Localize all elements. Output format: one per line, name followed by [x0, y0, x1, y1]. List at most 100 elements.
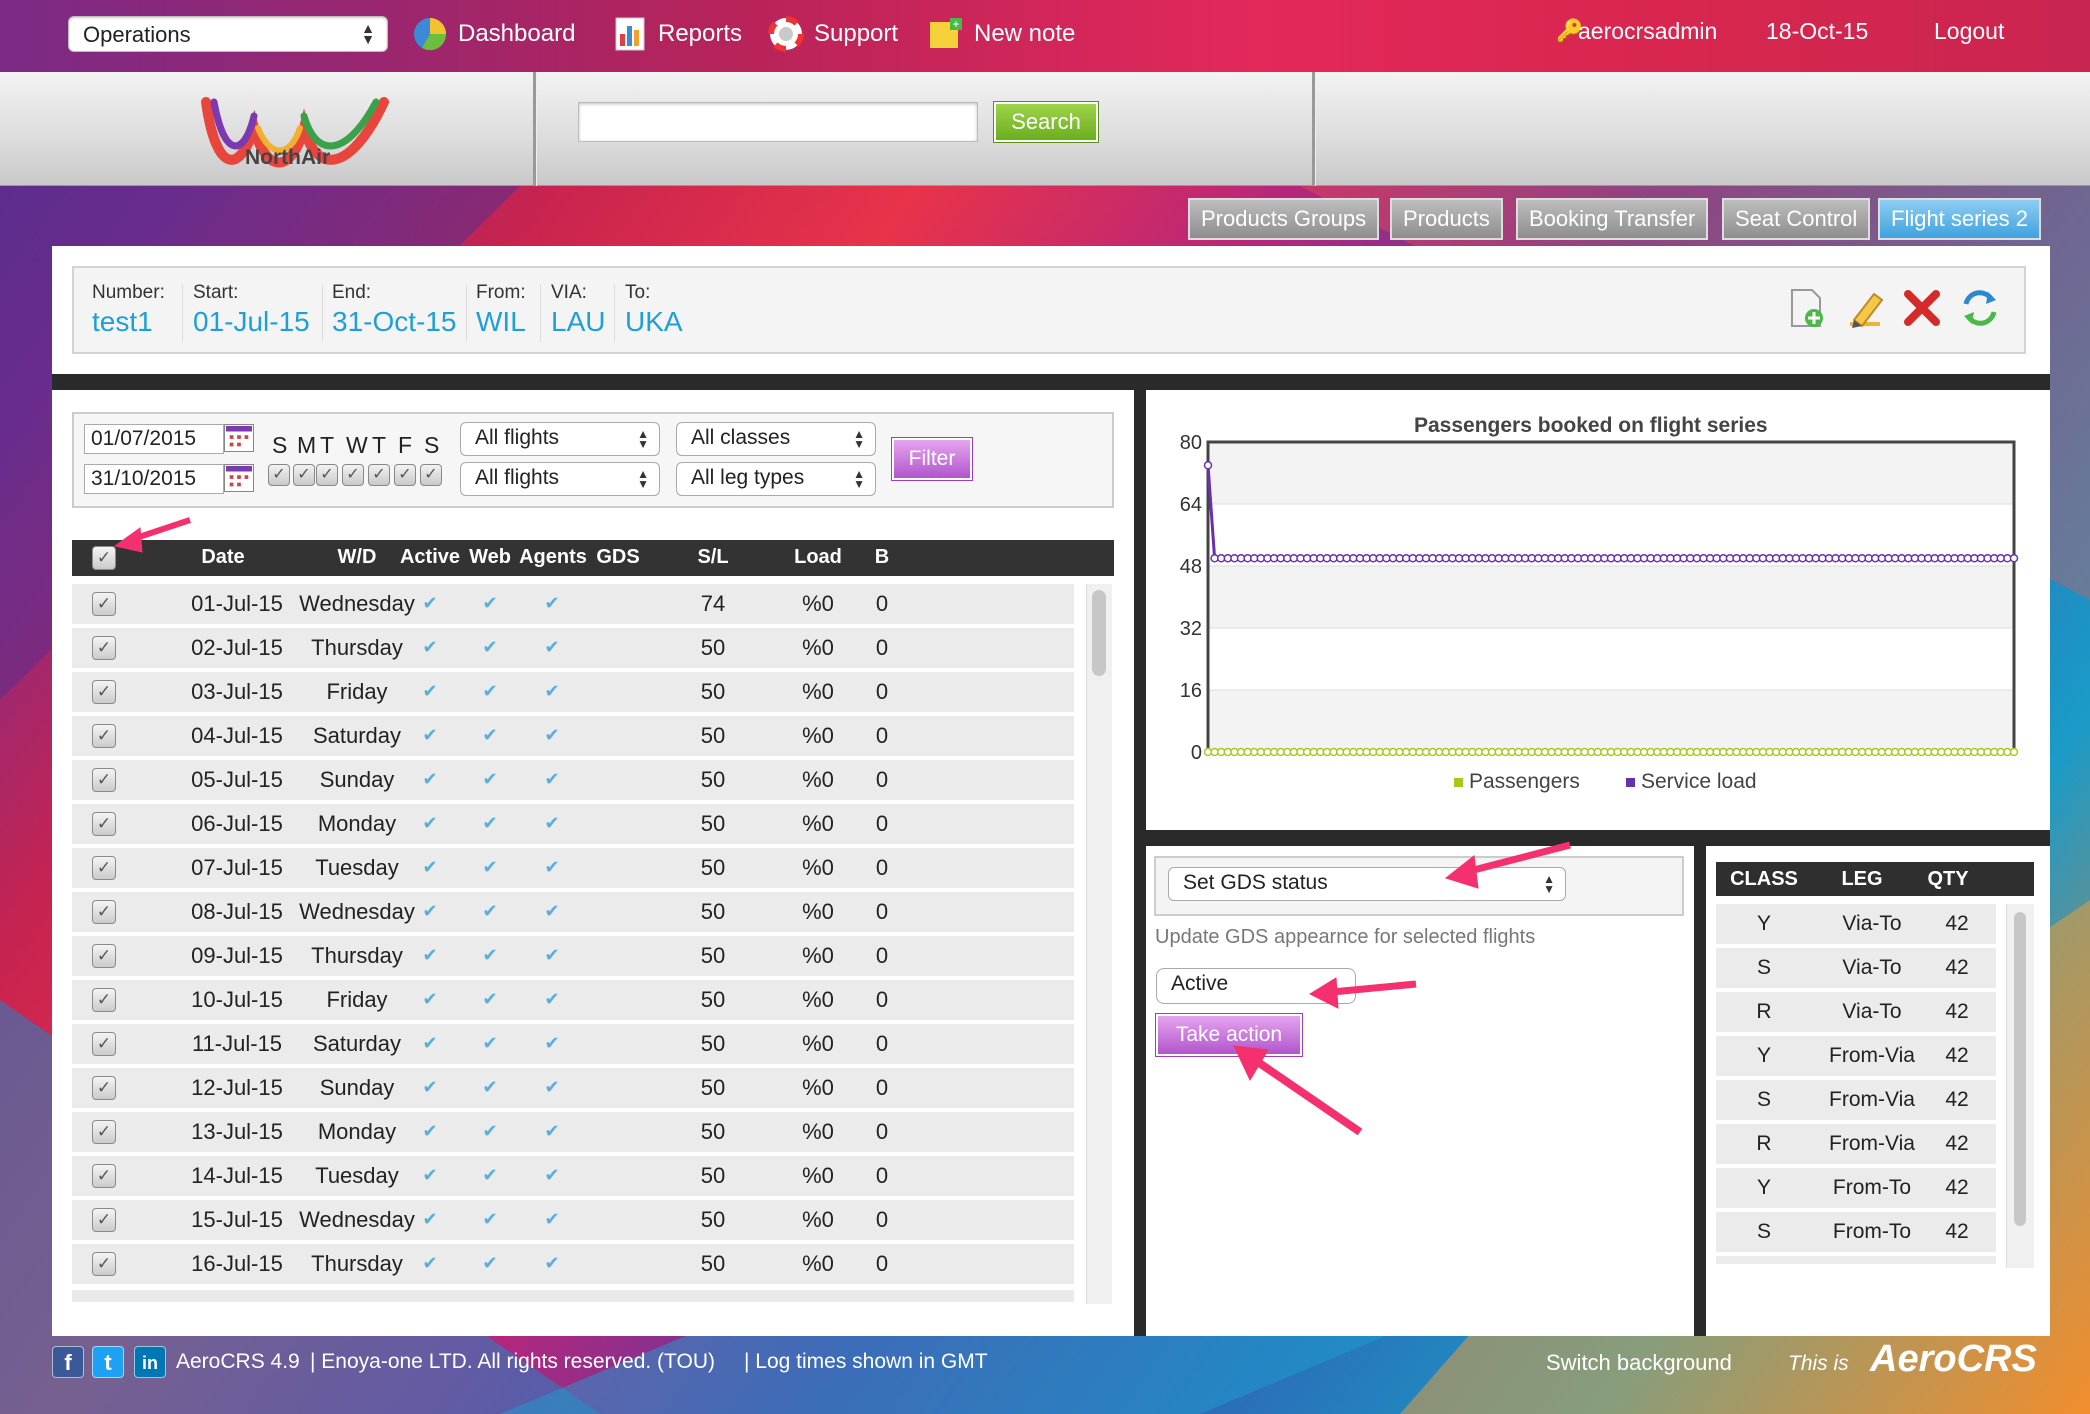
tab-seat-control[interactable]: Seat Control [1722, 198, 1871, 240]
add-document-icon[interactable] [1784, 286, 1828, 330]
active-check-icon[interactable]: ✔ [410, 725, 450, 746]
active-check-icon[interactable]: ✔ [410, 1209, 450, 1230]
row-checkbox[interactable]: ✓ [92, 900, 116, 924]
tab-products-groups[interactable]: Products Groups [1188, 198, 1380, 240]
row-checkbox[interactable]: ✓ [92, 724, 116, 748]
search-input[interactable] [578, 102, 978, 142]
row-checkbox[interactable]: ✓ [92, 988, 116, 1012]
twitter-icon[interactable]: t [92, 1346, 124, 1378]
edit-pencil-icon[interactable] [1844, 286, 1888, 330]
agents-check-icon[interactable]: ✔ [532, 769, 572, 790]
active-check-icon[interactable]: ✔ [410, 945, 450, 966]
action-select[interactable]: Set GDS status ▲ ▼ [1168, 867, 1566, 901]
active-check-icon[interactable]: ✔ [410, 637, 450, 658]
linkedin-icon[interactable]: in [134, 1346, 166, 1378]
table-row[interactable]: ✓ 05-Jul-15 Sunday ✔ ✔ ✔ 50 %0 0 [72, 760, 1074, 800]
table-row[interactable]: ✓ 13-Jul-15 Monday ✔ ✔ ✔ 50 %0 0 [72, 1112, 1074, 1152]
active-check-icon[interactable]: ✔ [410, 593, 450, 614]
web-check-icon[interactable]: ✔ [470, 1033, 510, 1054]
agents-check-icon[interactable]: ✔ [532, 1121, 572, 1142]
web-check-icon[interactable]: ✔ [470, 681, 510, 702]
sync-arrows-icon[interactable] [1958, 286, 2002, 330]
row-checkbox[interactable]: ✓ [92, 636, 116, 660]
agents-check-icon[interactable]: ✔ [532, 1253, 572, 1274]
table-row[interactable]: ✓ 15-Jul-15 Wednesday ✔ ✔ ✔ 50 %0 0 [72, 1200, 1074, 1240]
active-check-icon[interactable]: ✔ [410, 1077, 450, 1098]
day-checkbox[interactable]: ✓ [420, 464, 442, 486]
day-checkbox[interactable]: ✓ [394, 464, 416, 486]
row-checkbox[interactable]: ✓ [92, 1164, 116, 1188]
data-point[interactable] [2009, 747, 2019, 757]
table-row[interactable]: ✓ 03-Jul-15 Friday ✔ ✔ ✔ 50 %0 0 [72, 672, 1074, 712]
class-row[interactable]: S Via-To 42 [1716, 948, 1996, 988]
table-row[interactable]: ✓ 01-Jul-15 Wednesday ✔ ✔ ✔ 74 %0 0 [72, 584, 1074, 624]
tab-flight-series-2[interactable]: Flight series 2 [1878, 198, 2041, 240]
day-checkbox[interactable]: ✓ [268, 464, 290, 486]
active-check-icon[interactable]: ✔ [410, 813, 450, 834]
filter-button[interactable]: Filter [891, 437, 973, 481]
web-check-icon[interactable]: ✔ [470, 813, 510, 834]
agents-check-icon[interactable]: ✔ [532, 1209, 572, 1230]
select-all-checkbox[interactable]: ✓ [92, 546, 116, 570]
web-check-icon[interactable]: ✔ [470, 769, 510, 790]
calendar-icon[interactable] [224, 464, 254, 492]
flights-scrollbar-thumb[interactable] [1092, 590, 1106, 676]
search-button[interactable]: Search [993, 101, 1099, 143]
take-action-button[interactable]: Take action [1155, 1013, 1303, 1057]
row-checkbox[interactable]: ✓ [92, 1208, 116, 1232]
active-check-icon[interactable]: ✔ [410, 1121, 450, 1142]
web-check-icon[interactable]: ✔ [470, 1121, 510, 1142]
data-point[interactable] [1203, 461, 1213, 470]
leg-types-select[interactable]: All leg types ▲ ▼ [676, 462, 876, 496]
flights-scrollbar[interactable] [1086, 584, 1112, 1304]
web-check-icon[interactable]: ✔ [470, 1165, 510, 1186]
web-check-icon[interactable]: ✔ [470, 945, 510, 966]
calendar-icon[interactable] [224, 424, 254, 452]
web-check-icon[interactable]: ✔ [470, 1253, 510, 1274]
class-row[interactable]: R Via-To 42 [1716, 992, 1996, 1032]
day-checkbox[interactable]: ✓ [368, 464, 390, 486]
day-checkbox[interactable]: ✓ [293, 464, 315, 486]
agents-check-icon[interactable]: ✔ [532, 857, 572, 878]
footer-rights[interactable]: | Enoya-one LTD. All rights reserved. (T… [310, 1350, 715, 1374]
table-row[interactable]: ✓ 07-Jul-15 Tuesday ✔ ✔ ✔ 50 %0 0 [72, 848, 1074, 888]
nav-support[interactable]: Support [768, 14, 898, 54]
table-row[interactable]: ✓ 06-Jul-15 Monday ✔ ✔ ✔ 50 %0 0 [72, 804, 1074, 844]
class-row[interactable]: Y Via-To 42 [1716, 904, 1996, 944]
day-checkbox[interactable]: ✓ [342, 464, 364, 486]
switch-background-link[interactable]: Switch background [1546, 1350, 1732, 1376]
row-checkbox[interactable]: ✓ [92, 1032, 116, 1056]
table-row[interactable]: ✓ 09-Jul-15 Thursday ✔ ✔ ✔ 50 %0 0 [72, 936, 1074, 976]
table-row[interactable]: ✓ 10-Jul-15 Friday ✔ ✔ ✔ 50 %0 0 [72, 980, 1074, 1020]
facebook-icon[interactable]: f [52, 1346, 84, 1378]
active-check-icon[interactable]: ✔ [410, 857, 450, 878]
tab-booking-transfer[interactable]: Booking Transfer [1516, 198, 1709, 240]
nav-reports[interactable]: Reports [612, 14, 742, 54]
nav-new-note[interactable]: + New note [928, 14, 1075, 54]
class-scrollbar-thumb[interactable] [2014, 912, 2026, 1226]
table-row[interactable]: ✓ 04-Jul-15 Saturday ✔ ✔ ✔ 50 %0 0 [72, 716, 1074, 756]
tab-products[interactable]: Products [1390, 198, 1503, 240]
web-check-icon[interactable]: ✔ [470, 637, 510, 658]
row-checkbox[interactable]: ✓ [92, 680, 116, 704]
class-row[interactable]: R From-Via 42 [1716, 1124, 1996, 1164]
classes-select[interactable]: All classes ▲ ▼ [676, 422, 876, 456]
gds-status-select[interactable]: Active [1156, 968, 1356, 1004]
active-check-icon[interactable]: ✔ [410, 1033, 450, 1054]
row-checkbox[interactable]: ✓ [92, 944, 116, 968]
active-check-icon[interactable]: ✔ [410, 1253, 450, 1274]
class-row[interactable]: S From-Via 42 [1716, 1080, 1996, 1120]
agents-check-icon[interactable]: ✔ [532, 901, 572, 922]
web-check-icon[interactable]: ✔ [470, 1077, 510, 1098]
web-check-icon[interactable]: ✔ [470, 857, 510, 878]
row-checkbox[interactable]: ✓ [92, 768, 116, 792]
active-check-icon[interactable]: ✔ [410, 681, 450, 702]
row-checkbox[interactable]: ✓ [92, 1120, 116, 1144]
agents-check-icon[interactable]: ✔ [532, 1165, 572, 1186]
table-row[interactable]: ✓ 02-Jul-15 Thursday ✔ ✔ ✔ 50 %0 0 [72, 628, 1074, 668]
nav-dashboard[interactable]: Dashboard [412, 14, 575, 54]
department-select[interactable]: Operations ▲ ▼ [68, 16, 388, 52]
agents-check-icon[interactable]: ✔ [532, 1033, 572, 1054]
flights-select-2[interactable]: All flights ▲ ▼ [460, 462, 660, 496]
class-row[interactable]: S From-To 42 [1716, 1212, 1996, 1252]
